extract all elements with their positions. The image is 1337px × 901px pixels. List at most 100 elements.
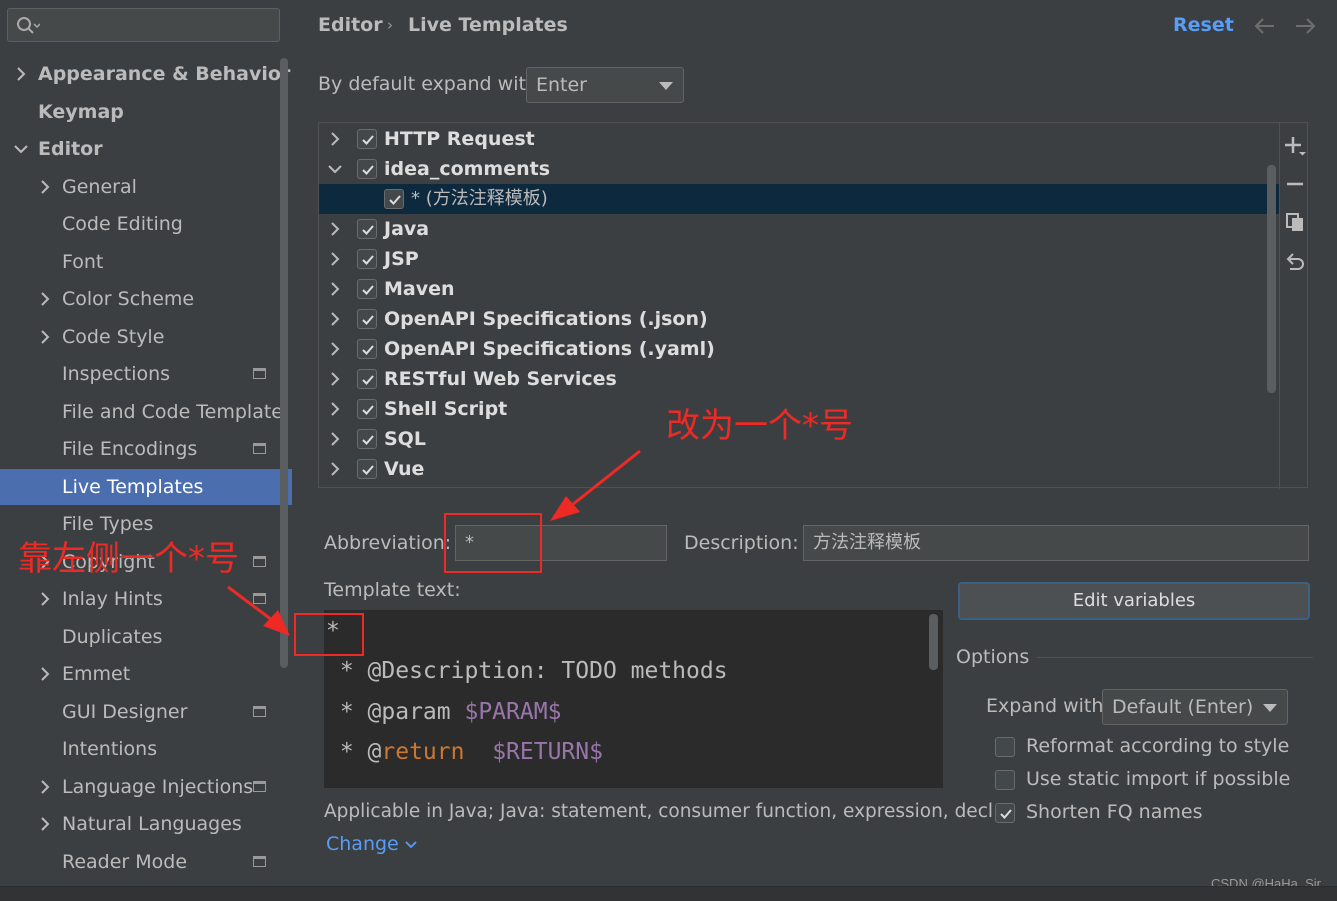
group-checkbox[interactable] [357,369,377,389]
chevron-right-icon[interactable] [38,806,52,842]
check-icon [362,405,374,415]
arrow-right-icon[interactable] [1294,16,1316,36]
tree-toolbar [1279,123,1309,489]
breadcrumb-current: Live Templates [408,14,568,36]
restore-icon[interactable] [1284,250,1306,272]
applicable-contexts-text: Applicable in Java; Java: statement, con… [324,801,1005,822]
breadcrumb-editor[interactable]: Editor [318,14,383,36]
dropdown-arrow-icon [1263,704,1277,712]
sidebar-item-inlay-hints[interactable]: Inlay Hints [0,581,282,617]
sidebar-item-emmet[interactable]: Emmet [0,656,282,692]
group-checkbox[interactable] [357,219,377,239]
sidebar-item-intentions[interactable]: Intentions [0,731,282,767]
tree-scrollbar[interactable] [1267,165,1276,393]
tree-row-restful-web-services[interactable]: RESTful Web Services [319,364,1279,394]
default-expand-label: By default expand with [318,73,538,95]
tree-row-maven[interactable]: Maven [319,274,1279,304]
sidebar-item-keymap[interactable]: Keymap [0,94,282,130]
group-checkbox[interactable] [357,159,377,179]
check-icon [362,135,374,145]
sidebar-item-color-scheme[interactable]: Color Scheme [0,281,282,317]
tree-row-idea-comments[interactable]: idea_comments [319,154,1279,184]
copy-icon[interactable] [1284,211,1306,233]
sidebar-item-file-encodings[interactable]: File Encodings [0,431,282,467]
check-icon [362,285,374,295]
group-checkbox[interactable] [357,339,377,359]
check-icon [362,345,374,355]
tree-row-java[interactable]: Java [319,214,1279,244]
static-import-checkbox[interactable] [995,770,1015,790]
reset-button[interactable]: Reset [1173,14,1234,36]
sidebar-item-font[interactable]: Font [0,244,282,280]
reformat-checkbox[interactable] [995,737,1015,757]
sidebar-item-gui-designer[interactable]: GUI Designer [0,694,282,730]
sidebar-scrollbar[interactable] [280,58,288,668]
chevron-right-icon[interactable] [38,581,52,617]
chevron-right-icon[interactable] [38,656,52,692]
sidebar-item-natural-languages[interactable]: Natural Languages [0,806,282,842]
sidebar-item-label: Reader Mode [62,851,188,873]
project-scope-icon [253,781,266,792]
sidebar-item-live-templates[interactable]: Live Templates [0,469,292,505]
sidebar-item-inspections[interactable]: Inspections [0,356,282,392]
chevron-right-icon[interactable] [328,454,342,484]
description-input[interactable]: 方法注释模板 [803,525,1309,561]
tree-row-jsp[interactable]: JSP [319,244,1279,274]
arrow-left-icon[interactable] [1254,16,1276,36]
check-icon [362,225,374,235]
template-text-editor[interactable]: * * @Description: TODO methods * @param … [324,610,943,788]
chevron-right-icon[interactable] [328,304,342,334]
dropdown-arrow-icon [659,82,673,90]
group-checkbox[interactable] [357,429,377,449]
change-contexts-link[interactable]: Change [326,833,417,855]
default-expand-select[interactable]: Enter [526,67,684,103]
chevron-right-icon[interactable] [38,319,52,355]
sidebar-item-code-editing[interactable]: Code Editing [0,206,282,242]
sidebar-item-duplicates[interactable]: Duplicates [0,619,282,655]
remove-icon[interactable] [1284,173,1306,195]
sidebar-item-file-code-template[interactable]: File and Code Template [0,394,283,430]
sidebar-item-code-style[interactable]: Code Style [0,319,282,355]
expand-with-select[interactable]: Default (Enter) [1102,689,1288,725]
tree-row-openapi-json[interactable]: OpenAPI Specifications (.json) [319,304,1279,334]
code-keyword: return [381,739,465,765]
sidebar-item-reader-mode[interactable]: Reader Mode [0,844,282,880]
group-checkbox[interactable] [357,399,377,419]
chevron-right-icon[interactable] [328,244,342,274]
template-checkbox[interactable] [384,189,404,209]
sidebar-item-editor[interactable]: Editor [0,131,282,167]
group-checkbox[interactable] [357,129,377,149]
sidebar-item-general[interactable]: General [0,169,282,205]
settings-search-input[interactable] [7,8,280,42]
add-dropdown-icon[interactable] [1284,135,1306,157]
chevron-right-icon[interactable] [328,364,342,394]
editor-scrollbar[interactable] [929,614,938,670]
check-icon [362,255,374,265]
chevron-right-icon[interactable] [328,424,342,454]
tree-row-method-comment-template[interactable]: * (方法注释模板) [319,184,1279,214]
code-text: * @Description: TODO methods [326,658,728,684]
tree-row-vue[interactable]: Vue [319,454,1279,484]
chevron-right-icon[interactable] [328,214,342,244]
chevron-right-icon[interactable] [38,281,52,317]
group-checkbox[interactable] [357,459,377,479]
sidebar-item-appearance-behavior[interactable]: Appearance & Behavior [0,56,290,92]
chevron-right-icon[interactable] [38,769,52,805]
group-checkbox[interactable] [357,309,377,329]
chevron-down-icon[interactable] [14,131,28,167]
tree-row-openapi-yaml[interactable]: OpenAPI Specifications (.yaml) [319,334,1279,364]
chevron-right-icon[interactable] [14,56,28,92]
chevron-right-icon[interactable] [328,334,342,364]
chevron-right-icon[interactable] [328,124,342,154]
shorten-fq-checkbox[interactable] [995,803,1015,823]
tree-row-label: RESTful Web Services [384,368,617,390]
group-checkbox[interactable] [357,249,377,269]
tree-row-http-request[interactable]: HTTP Request [319,124,1279,154]
chevron-right-icon[interactable] [328,394,342,424]
edit-variables-button[interactable]: Edit variables [958,582,1310,620]
chevron-right-icon[interactable] [328,274,342,304]
chevron-right-icon[interactable] [38,169,52,205]
sidebar-item-language-injections[interactable]: Language Injections [0,769,282,805]
chevron-down-icon[interactable] [328,154,342,184]
group-checkbox[interactable] [357,279,377,299]
